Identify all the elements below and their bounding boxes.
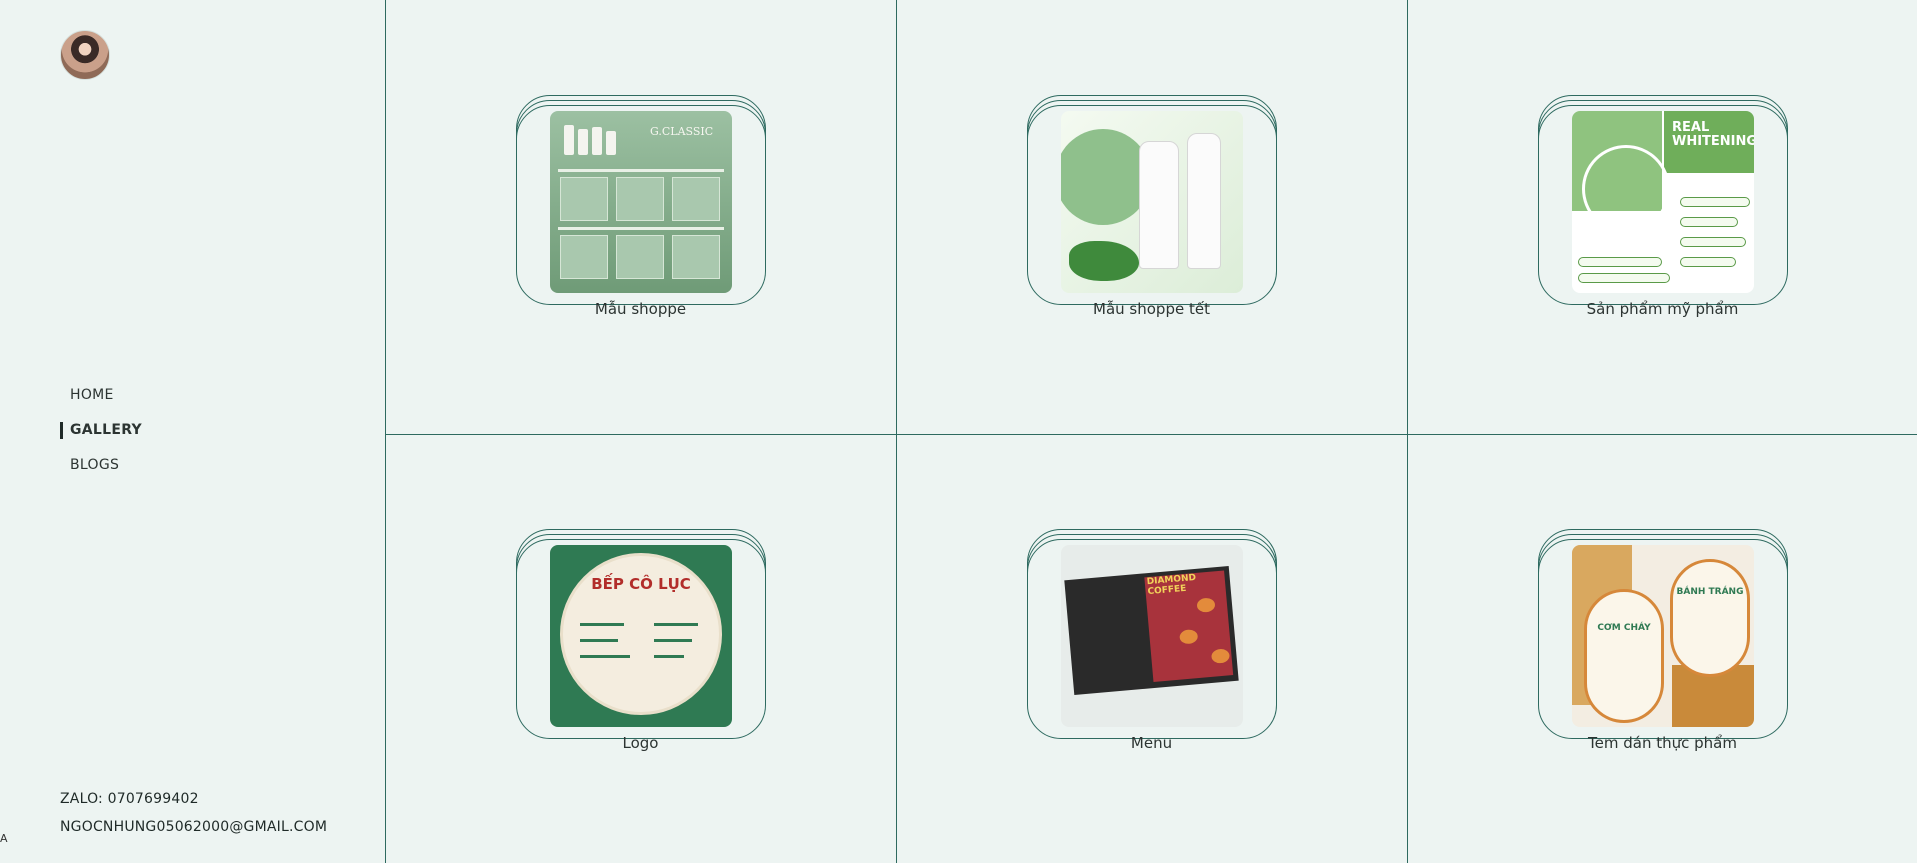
gallery-card-mau-shoppe-tet[interactable] bbox=[1027, 95, 1277, 305]
thumbnail-label-right: BÁNH TRÁNG bbox=[1676, 587, 1744, 597]
stray-glyph: A bbox=[0, 832, 8, 845]
gallery-item: REAL WHITENING Sản phẩm mỹ phẩm bbox=[1407, 0, 1917, 434]
thumbnail-image: REAL WHITENING bbox=[1572, 111, 1754, 293]
thumbnail-label-left: CƠM CHÁY bbox=[1597, 623, 1651, 633]
thumbnail-image: DIAMOND COFFEE bbox=[1061, 545, 1243, 727]
gallery-card-san-pham-my-pham[interactable]: REAL WHITENING bbox=[1538, 95, 1788, 305]
gallery-card-logo[interactable]: BẾP CÔ LỤC bbox=[516, 529, 766, 739]
gallery-caption[interactable]: Menu bbox=[896, 734, 1407, 752]
thumbnail-image: CƠM CHÁY BÁNH TRÁNG bbox=[1572, 545, 1754, 727]
nav-item-gallery[interactable]: GALLERY bbox=[60, 418, 142, 453]
gallery-item: DIAMOND COFFEE Menu bbox=[896, 434, 1407, 863]
thumbnail-brand: G.CLASSIC bbox=[650, 125, 714, 138]
gallery-caption[interactable]: Sản phẩm mỹ phẩm bbox=[1407, 300, 1917, 318]
thumbnail-title: REAL WHITENING bbox=[1672, 120, 1754, 149]
gallery-caption[interactable]: Tem dán thực phẩm bbox=[1407, 734, 1917, 752]
gallery-card-tem-dan-thuc-pham[interactable]: CƠM CHÁY BÁNH TRÁNG bbox=[1538, 529, 1788, 739]
thumbnail-image: BẾP CÔ LỤC bbox=[550, 545, 732, 727]
gallery-item: Mẫu shoppe tết bbox=[896, 0, 1407, 434]
main-nav: HOME GALLERY BLOGS bbox=[60, 383, 142, 488]
zalo-contact[interactable]: ZALO: 0707699402 bbox=[60, 789, 327, 817]
contact-info: ZALO: 0707699402 NGOCNHUNG05062000@GMAIL… bbox=[60, 789, 327, 845]
thumbnail-image bbox=[1061, 111, 1243, 293]
gallery-grid: G.CLASSIC Mẫu shoppe Mẫu shoppe tết REAL… bbox=[385, 0, 1917, 863]
nav-item-blogs[interactable]: BLOGS bbox=[60, 453, 142, 488]
gallery-caption[interactable]: Mẫu shoppe tết bbox=[896, 300, 1407, 318]
gallery-item: CƠM CHÁY BÁNH TRÁNG Tem dán thực phẩm bbox=[1407, 434, 1917, 863]
gallery-card-mau-shoppe[interactable]: G.CLASSIC bbox=[516, 95, 766, 305]
gallery-item: BẾP CÔ LỤC Logo bbox=[385, 434, 896, 863]
gallery-item: G.CLASSIC Mẫu shoppe bbox=[385, 0, 896, 434]
email-contact[interactable]: NGOCNHUNG05062000@GMAIL.COM bbox=[60, 817, 327, 845]
thumbnail-image: G.CLASSIC bbox=[550, 111, 732, 293]
nav-item-home[interactable]: HOME bbox=[60, 383, 142, 418]
gallery-caption[interactable]: Logo bbox=[385, 734, 896, 752]
gallery-caption[interactable]: Mẫu shoppe bbox=[385, 300, 896, 318]
sidebar: HOME GALLERY BLOGS ZALO: 0707699402 NGOC… bbox=[0, 0, 385, 863]
gallery-card-menu[interactable]: DIAMOND COFFEE bbox=[1027, 529, 1277, 739]
avatar[interactable] bbox=[60, 30, 110, 80]
thumbnail-logo-name: BẾP CÔ LỤC bbox=[591, 575, 691, 593]
